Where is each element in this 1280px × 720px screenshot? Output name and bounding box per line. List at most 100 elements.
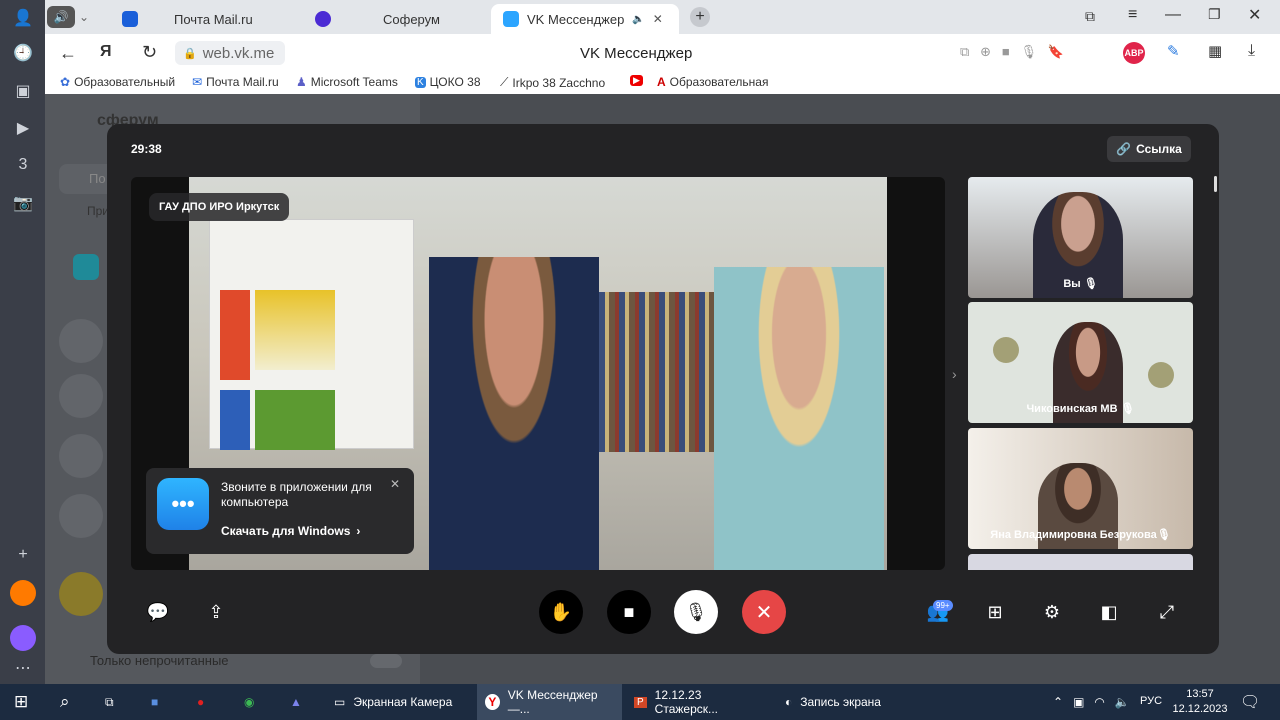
- profile-icon[interactable]: 👤: [10, 5, 36, 31]
- adblock-badge[interactable]: АВР: [1123, 42, 1145, 64]
- extension-icon[interactable]: ✎: [1167, 42, 1180, 60]
- wifi-icon: ◠: [1094, 695, 1105, 709]
- fullscreen-button[interactable]: ⤢: [1145, 590, 1189, 634]
- page-title: VK Мессенджер: [580, 45, 693, 62]
- add-icon[interactable]: +: [10, 542, 36, 568]
- grid-icon: ⊞: [987, 601, 1003, 622]
- chevron-right-icon[interactable]: ›: [952, 366, 957, 382]
- notifications-icon[interactable]: 🗨: [1240, 692, 1260, 712]
- bookmark-label: ЦОКО 38: [429, 75, 481, 89]
- participants-button[interactable]: 👥: [916, 590, 960, 634]
- mail-favicon-icon: [122, 11, 138, 27]
- participant-tile[interactable]: Яна Владимировна Безрукова🎙: [968, 428, 1193, 549]
- camera-button[interactable]: ■: [607, 590, 651, 634]
- close-tab-icon[interactable]: ✕: [653, 12, 663, 26]
- chat-avatar[interactable]: [59, 572, 103, 616]
- reload-icon[interactable]: ↻: [142, 42, 157, 63]
- chat-avatar[interactable]: [59, 374, 103, 418]
- camera-icon[interactable]: 📷: [10, 190, 36, 216]
- taskbar-app[interactable]: ◉: [236, 684, 262, 720]
- pip-button[interactable]: ◧: [1087, 590, 1131, 634]
- participant-name-text: Яна Владимировна Безрукова: [990, 529, 1157, 541]
- raise-hand-button[interactable]: ✋: [539, 590, 583, 634]
- bookmark-item[interactable]: ▶: [630, 75, 647, 86]
- menu-icon[interactable]: ≡: [1128, 6, 1137, 24]
- muted-mic-icon: 🎙: [1156, 529, 1171, 541]
- video-icon[interactable]: ▶: [10, 115, 36, 141]
- bookmark-item[interactable]: K ЦОКО 38: [415, 75, 481, 89]
- bookmark-item[interactable]: A Образовательная: [657, 75, 768, 89]
- powerpoint-icon: P: [634, 696, 647, 708]
- yandex-icon[interactable]: Я: [100, 43, 112, 61]
- chat-avatar[interactable]: [59, 319, 103, 363]
- bookmark-item[interactable]: ♟ Microsoft Teams: [296, 75, 398, 89]
- participant-tile[interactable]: Чиковинская МВ 🎙: [968, 302, 1193, 423]
- restore-icon[interactable]: ❐: [1208, 6, 1221, 23]
- download-windows-link[interactable]: Скачать для Windows ›: [221, 524, 360, 538]
- copy-link-button[interactable]: 🔗 Ссылка: [1107, 136, 1191, 162]
- close-icon[interactable]: ✕: [390, 477, 400, 491]
- tabs-icon[interactable]: ⧉: [1085, 8, 1095, 25]
- extensions-icon[interactable]: ▦: [1208, 42, 1222, 60]
- wall-emblem: [993, 337, 1019, 363]
- tab-label: Соферум: [383, 11, 440, 27]
- pin-icon: ⟋: [500, 75, 509, 89]
- muted-mic-icon: 🎙: [684, 601, 708, 622]
- language-indicator[interactable]: РУС: [1140, 695, 1162, 707]
- close-window-icon[interactable]: ✕: [1248, 5, 1261, 25]
- grid-view-button[interactable]: ⊞: [973, 590, 1017, 634]
- tab-sferum[interactable]: Соферум: [303, 4, 493, 34]
- taskbar-app[interactable]: P 12.12.23 Стажерск...: [626, 684, 774, 720]
- more-icon[interactable]: ⋯: [10, 655, 36, 681]
- back-icon[interactable]: ←: [59, 43, 77, 64]
- collections-icon[interactable]: ▣: [10, 78, 36, 104]
- upload-icon: ⇪: [208, 601, 224, 622]
- scrollbar[interactable]: [1214, 176, 1217, 192]
- participant-tile[interactable]: Вы 🎙: [968, 177, 1193, 298]
- clock[interactable]: 13:57 12.12.2023: [1172, 687, 1228, 717]
- chat-button[interactable]: 💬: [136, 590, 180, 634]
- link-icon: 🔗: [1116, 142, 1132, 156]
- alice-icon[interactable]: [10, 625, 36, 651]
- participant-name-text: Чиковинская МВ: [1026, 403, 1118, 415]
- chat-avatar[interactable]: [73, 254, 99, 280]
- taskbar-app[interactable]: ▲: [282, 684, 310, 720]
- bookmark-item[interactable]: ✿ Образовательный: [60, 75, 175, 89]
- app-orange-icon[interactable]: [10, 580, 36, 606]
- taskbar-app[interactable]: ●: [189, 684, 212, 720]
- taskbar-app[interactable]: Y VK Мессенджер —...: [477, 684, 622, 720]
- end-call-button[interactable]: ✕: [742, 590, 786, 634]
- mute-button[interactable]: 🎙: [674, 590, 718, 634]
- chevron-down-icon[interactable]: ⌄: [79, 10, 89, 24]
- tab-mail[interactable]: Почта Mail.ru: [110, 4, 300, 34]
- tab-vk-messenger[interactable]: VK Мессенджер 🔈 ✕: [491, 4, 679, 34]
- search-button[interactable]: ⌕: [52, 684, 78, 720]
- bookmark-item[interactable]: ✉ Почта Mail.ru: [192, 75, 279, 89]
- address-bar: ← Я ↻ 🔒 web.vk.me VK Мессенджер ⧉ ⊕ ■ 🎙 …: [45, 34, 1280, 72]
- download-icon[interactable]: ⤓: [1248, 42, 1255, 60]
- chat-avatar[interactable]: [59, 494, 103, 538]
- share-screen-button[interactable]: ⇪: [194, 590, 238, 634]
- taskbar-app[interactable]: ■: [143, 684, 166, 720]
- screen-camera-icon: ▭: [334, 695, 346, 709]
- taskbar-app[interactable]: ◐ Запись экрана: [777, 684, 925, 720]
- muted-mic-icon: 🎙: [1083, 278, 1098, 290]
- counter-icon[interactable]: 3: [10, 152, 36, 178]
- bookmark-item[interactable]: ⟋ Irkpo 38 Zacchno: [500, 75, 605, 90]
- sound-icon[interactable]: 🔊: [47, 6, 75, 28]
- taskbar-app[interactable]: ▭ Экранная Камера: [326, 684, 474, 720]
- minimize-icon[interactable]: —: [1165, 6, 1181, 24]
- url-field[interactable]: 🔒 web.vk.me: [175, 41, 285, 65]
- new-tab-button[interactable]: +: [690, 7, 710, 27]
- participant-tile-partial[interactable]: [968, 554, 1193, 570]
- youtube-icon: ▶: [630, 75, 643, 86]
- start-button[interactable]: ⊞: [6, 684, 36, 720]
- history-icon[interactable]: 🕘: [10, 40, 36, 66]
- chat-avatar[interactable]: [59, 434, 103, 478]
- settings-button[interactable]: ⚙: [1030, 590, 1074, 634]
- tab-label: Почта Mail.ru: [174, 11, 253, 27]
- system-tray[interactable]: ⌃ ▣ ◠ 🔈: [1045, 684, 1138, 720]
- save-icon: ■: [151, 695, 159, 709]
- task-view-button[interactable]: ⧉: [97, 684, 122, 720]
- unread-toggle[interactable]: [370, 654, 402, 668]
